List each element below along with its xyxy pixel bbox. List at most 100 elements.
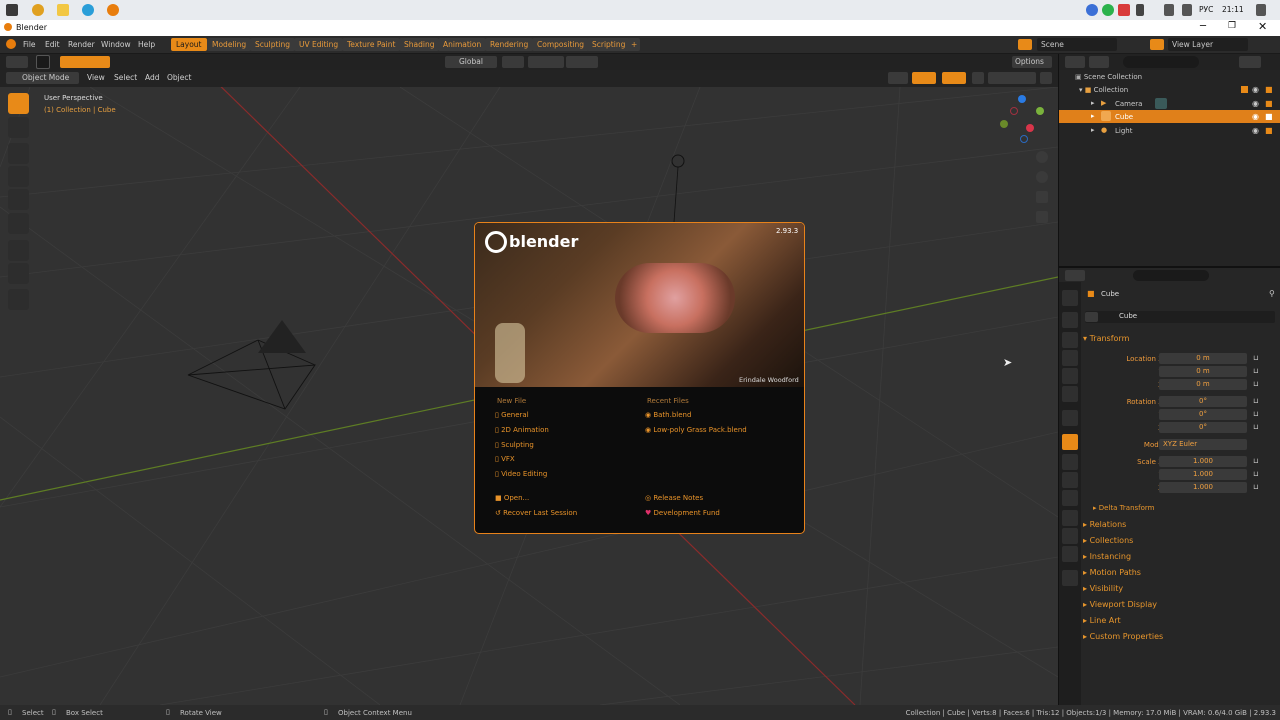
close-icon[interactable]: ✕ — [1258, 20, 1267, 33]
zoom-icon[interactable] — [1036, 151, 1048, 163]
overlay-toggle-icon[interactable] — [942, 72, 966, 84]
particles-tab-icon[interactable] — [1062, 472, 1078, 488]
lock-icon[interactable]: ⊔ — [1253, 354, 1258, 362]
rotate-tool-icon[interactable] — [8, 166, 29, 187]
recent-file-item[interactable]: ◉ Bath.blend — [645, 411, 691, 419]
output-tab-icon[interactable] — [1062, 332, 1078, 348]
pivot-icon[interactable] — [502, 56, 524, 68]
delta-transform-header[interactable]: ▸ Delta Transform — [1093, 504, 1154, 512]
collection-row[interactable]: ▾ ■ Collection — [1079, 86, 1128, 94]
shading-mode-icons[interactable] — [988, 72, 1036, 84]
gizmo-neg-z-icon[interactable] — [1020, 135, 1028, 143]
editor-type-icon[interactable] — [6, 56, 28, 68]
data-tab-icon[interactable] — [1062, 528, 1078, 544]
menu-select[interactable]: Select — [114, 73, 137, 82]
outliner-row-light[interactable]: ▸ ● Light — [1059, 124, 1280, 137]
line-art-panel[interactable]: ▸ Line Art — [1083, 616, 1121, 625]
viewport-display-panel[interactable]: ▸ Viewport Display — [1083, 600, 1157, 609]
relations-panel[interactable]: ▸ Relations — [1083, 520, 1126, 529]
gizmo-neg-x-icon[interactable] — [1010, 107, 1018, 115]
open-file-link[interactable]: ■ Open... — [495, 494, 529, 502]
tray-usb-icon[interactable] — [1136, 4, 1144, 16]
view-layer-tab-icon[interactable] — [1062, 350, 1078, 366]
release-notes-link[interactable]: ◎ Release Notes — [645, 494, 703, 502]
menu-window[interactable]: Window — [101, 40, 131, 49]
gizmo-neg-y-icon[interactable] — [1000, 120, 1008, 128]
gizmo-toggle-icon[interactable] — [912, 72, 936, 84]
minimize-icon[interactable]: ─ — [1200, 21, 1206, 32]
lock-icon[interactable]: ⊔ — [1253, 367, 1258, 375]
ortho-grid-icon[interactable] — [1036, 211, 1048, 223]
view-layer-selector[interactable]: View Layer — [1168, 38, 1248, 51]
new-2d-animation-link[interactable]: ▯ 2D Animation — [495, 426, 549, 434]
camera-view-icon[interactable] — [1036, 191, 1048, 203]
eye-icon[interactable]: ◉ — [1252, 85, 1259, 94]
tab-rendering[interactable]: Rendering — [485, 38, 534, 51]
eye-icon[interactable]: ◉ — [1252, 112, 1259, 121]
lock-icon[interactable]: ⊔ — [1253, 483, 1258, 491]
move-tool-icon[interactable] — [8, 143, 29, 164]
visibility-panel[interactable]: ▸ Visibility — [1083, 584, 1123, 593]
outliner-row-camera[interactable]: ▸ ▶ Camera — [1059, 97, 1280, 110]
tab-animation[interactable]: Animation — [438, 38, 487, 51]
blender-icon[interactable] — [107, 4, 119, 16]
scene-tab-icon[interactable] — [1062, 368, 1078, 384]
maximize-icon[interactable]: ❐ — [1228, 21, 1236, 31]
render-tab-icon[interactable] — [1062, 312, 1078, 328]
filter-icon[interactable] — [1239, 56, 1261, 68]
motion-paths-panel[interactable]: ▸ Motion Paths — [1083, 568, 1141, 577]
tab-layout[interactable]: Layout — [171, 38, 207, 51]
menu-object[interactable]: Object — [167, 73, 191, 82]
transform-panel-header[interactable]: ▾ Transform — [1083, 334, 1129, 343]
network-icon[interactable] — [1164, 4, 1174, 16]
add-workspace-button[interactable]: + — [628, 38, 641, 51]
display-mode-icon[interactable] — [1089, 56, 1109, 68]
properties-editor-icon[interactable] — [1065, 270, 1085, 281]
new-general-link[interactable]: ▯ General — [495, 411, 529, 419]
tab-uv-editing[interactable]: UV Editing — [294, 38, 344, 51]
physics-tab-icon[interactable] — [1062, 490, 1078, 506]
collection-tab-icon[interactable] — [1062, 410, 1078, 426]
measure-tool-icon[interactable] — [8, 263, 29, 284]
gizmo-z-icon[interactable] — [1018, 95, 1026, 103]
camera-render-icon[interactable]: ■ — [1265, 99, 1273, 108]
scale-x-field[interactable]: 1.000 — [1159, 456, 1247, 467]
tool-tab-icon[interactable] — [1062, 290, 1078, 306]
menu-add[interactable]: Add — [145, 73, 160, 82]
folder-icon[interactable] — [57, 4, 69, 16]
new-sculpting-link[interactable]: ▯ Sculpting — [495, 441, 534, 449]
camera-data-icon[interactable] — [1155, 98, 1167, 109]
language-indicator[interactable]: РУС — [1199, 5, 1213, 14]
pan-hand-icon[interactable] — [1036, 171, 1048, 183]
tab-compositing[interactable]: Compositing — [532, 38, 590, 51]
tray-app-icon[interactable] — [1086, 4, 1098, 16]
scale-y-field[interactable]: 1.000 — [1159, 469, 1247, 480]
menu-file[interactable]: File — [23, 40, 36, 49]
collection-checkbox[interactable] — [1241, 86, 1248, 93]
scale-tool-icon[interactable] — [8, 189, 29, 210]
tab-texture-paint[interactable]: Texture Paint — [342, 38, 401, 51]
notifications-icon[interactable] — [1256, 4, 1266, 16]
world-tab-icon[interactable] — [1062, 386, 1078, 402]
material-tab-icon[interactable] — [1062, 546, 1078, 562]
recover-session-link[interactable]: ↺ Recover Last Session — [495, 509, 577, 517]
custom-properties-panel[interactable]: ▸ Custom Properties — [1083, 632, 1163, 641]
rotation-z-field[interactable]: 0° — [1159, 422, 1247, 433]
outliner-search-input[interactable] — [1123, 56, 1199, 68]
volume-icon[interactable] — [1182, 4, 1192, 16]
tab-shading[interactable]: Shading — [399, 38, 440, 51]
telegram-icon[interactable] — [82, 4, 94, 16]
tray-red-icon[interactable] — [1118, 4, 1130, 16]
scene-selector[interactable]: Scene — [1037, 38, 1117, 51]
development-fund-link[interactable]: ♥ Development Fund — [645, 509, 720, 517]
tray-chrome-icon[interactable] — [1102, 4, 1114, 16]
rotation-mode-select[interactable]: XYZ Euler — [1159, 439, 1247, 450]
camera-render-icon[interactable]: ■ — [1265, 85, 1273, 94]
snap-icon[interactable] — [528, 56, 564, 68]
tab-scripting[interactable]: Scripting — [587, 38, 631, 51]
transform-tool-icon[interactable] — [8, 213, 29, 234]
view-layer-icon[interactable] — [1150, 39, 1164, 50]
lock-icon[interactable]: ⊔ — [1253, 457, 1258, 465]
eye-icon[interactable]: ◉ — [1252, 99, 1259, 108]
scale-z-field[interactable]: 1.000 — [1159, 482, 1247, 493]
